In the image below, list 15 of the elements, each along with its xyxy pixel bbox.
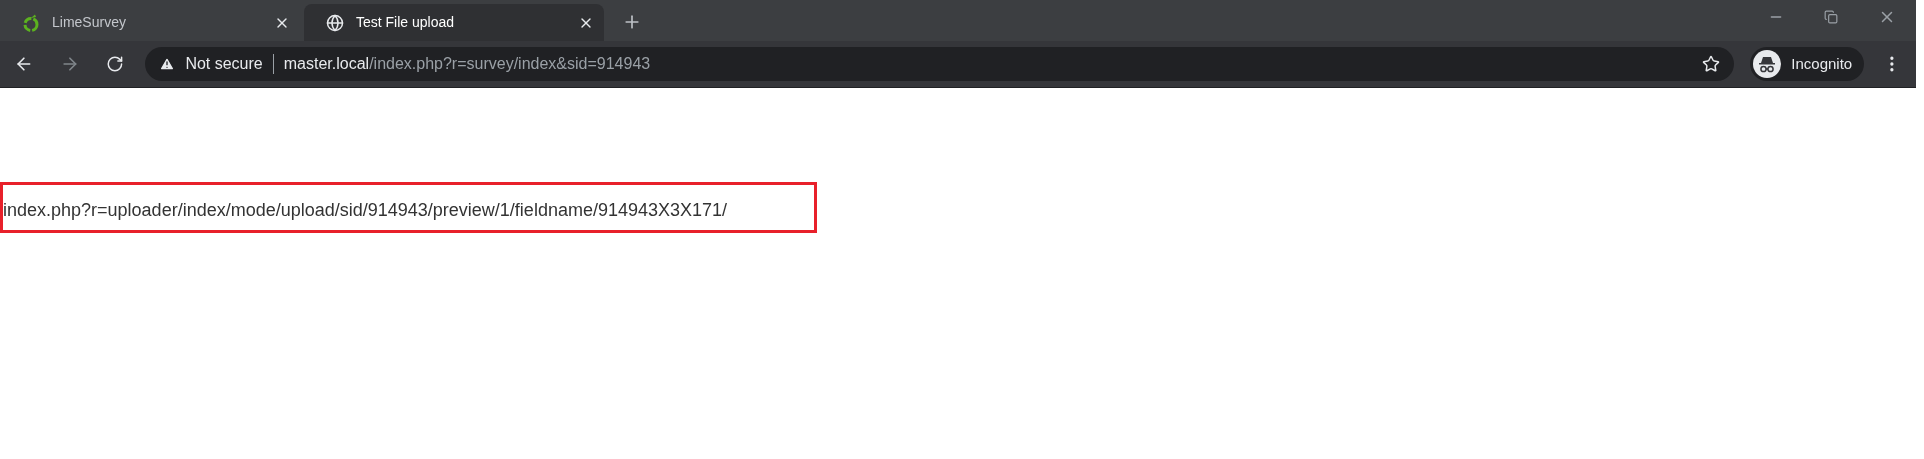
- url-text: master.local/index.php?r=survey/index&sid=914943: [283, 54, 652, 74]
- warning-icon: [159, 56, 176, 72]
- bookmark-star-icon[interactable]: [1702, 55, 1721, 73]
- reload-icon[interactable]: [105, 55, 124, 73]
- page-text: index.php?r=uploader/index/mode/upload/sid/914943/preview/1/fieldname/914943X3X171/: [3, 199, 728, 222]
- incognito-icon: [1753, 50, 1782, 78]
- browser-tab[interactable]: Test File upload: [304, 4, 604, 41]
- tab-title: Test File upload: [356, 13, 456, 32]
- security-label: Not secure: [185, 54, 263, 74]
- tab-title: LimeSurvey: [52, 13, 127, 32]
- address-bar[interactable]: Not secure master.local/index.php?r=survey/index&sid=914943: [145, 47, 1735, 81]
- lime-logo-icon: [22, 13, 40, 32]
- profile-button[interactable]: Incognito: [1750, 47, 1865, 81]
- globe-icon: [326, 13, 344, 32]
- restore-icon[interactable]: [1824, 10, 1838, 24]
